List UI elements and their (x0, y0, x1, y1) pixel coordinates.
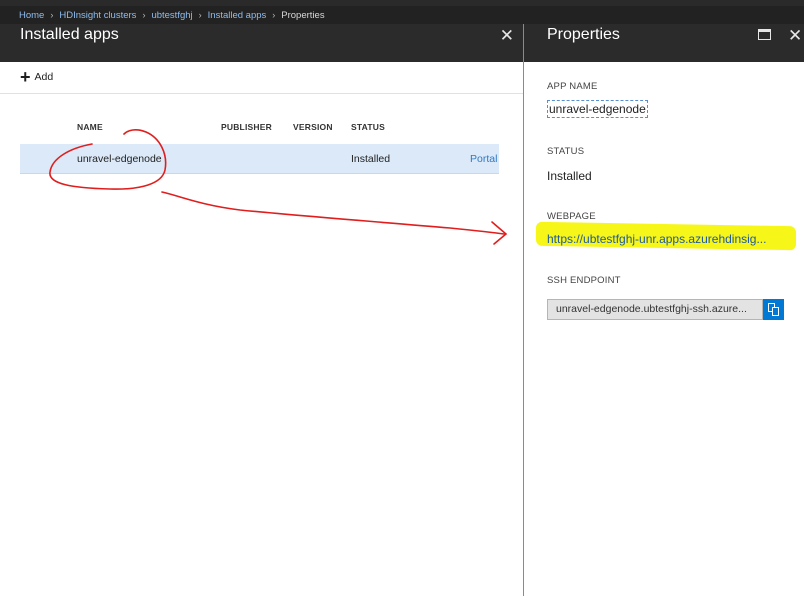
webpage-link[interactable]: https://ubtestfghj-unr.apps.azurehdinsig… (547, 232, 787, 246)
installed-apps-blade: Installed apps ✕ + Add NAME PUBLISHER VE… (0, 24, 523, 596)
column-header-publisher[interactable]: PUBLISHER (221, 122, 272, 132)
plus-icon: + (20, 67, 31, 87)
breadcrumb-installed-apps[interactable]: Installed apps (208, 10, 267, 21)
copy-button[interactable] (763, 299, 784, 320)
properties-blade: Properties ✕ APP NAME unravel-edgenode S… (524, 24, 804, 596)
column-header-status[interactable]: STATUS (351, 122, 385, 132)
portal-link[interactable]: Portal (470, 153, 497, 165)
breadcrumb: Home › HDInsight clusters › ubtestfghj ›… (0, 6, 804, 24)
properties-title: Properties (547, 26, 620, 43)
ssh-endpoint-label: SSH ENDPOINT (547, 275, 621, 286)
blade-header: Properties ✕ (524, 24, 804, 62)
cell-status: Installed (351, 153, 391, 165)
maximize-icon[interactable] (758, 29, 771, 40)
close-icon[interactable]: ✕ (788, 26, 802, 46)
breadcrumb-current: Properties (281, 9, 325, 21)
cell-name: unravel-edgenode (77, 153, 162, 165)
table-header: NAME PUBLISHER VERSION STATUS (20, 116, 499, 144)
chevron-right-icon: › (50, 10, 54, 20)
breadcrumb-cluster[interactable]: ubtestfghj (151, 10, 192, 21)
breadcrumb-hdinsight-clusters[interactable]: HDInsight clusters (59, 10, 136, 21)
blade-header: Installed apps ✕ (0, 24, 523, 62)
app-name-label: APP NAME (547, 81, 598, 92)
add-button[interactable]: + Add (20, 67, 54, 87)
apps-table: NAME PUBLISHER VERSION STATUS unravel-ed… (20, 116, 499, 174)
status-label: STATUS (547, 146, 585, 157)
copy-icon-front (772, 307, 779, 316)
close-icon[interactable]: ✕ (500, 26, 514, 46)
breadcrumb-home[interactable]: Home (19, 10, 44, 21)
chevron-right-icon: › (272, 10, 276, 20)
command-bar: + Add (0, 62, 523, 94)
column-header-version[interactable]: VERSION (293, 122, 333, 132)
add-button-label: Add (34, 71, 54, 83)
status-value: Installed (547, 169, 592, 183)
table-row[interactable]: unravel-edgenode Installed Portal (20, 144, 499, 174)
chevron-right-icon: › (142, 10, 146, 20)
column-header-name[interactable]: NAME (77, 122, 103, 132)
page-title: Installed apps (20, 26, 119, 43)
app-name-value[interactable]: unravel-edgenode (547, 100, 648, 118)
ssh-endpoint-field[interactable]: unravel-edgenode.ubtestfghj-ssh.azure... (547, 299, 763, 320)
webpage-label: WEBPAGE (547, 211, 596, 222)
chevron-right-icon: › (198, 10, 202, 20)
